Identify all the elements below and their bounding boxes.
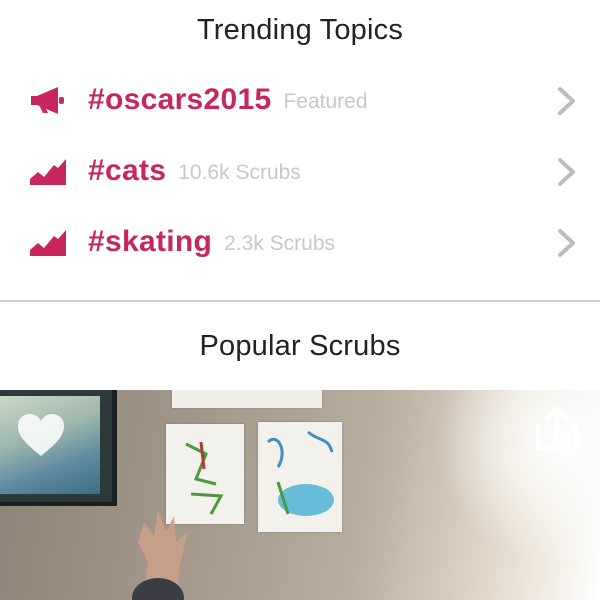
chevron-right-icon <box>556 156 578 188</box>
topic-meta: 2.3k Scrubs <box>224 232 336 255</box>
topic-meta: 10.6k Scrubs <box>178 161 301 184</box>
topic-meta: Featured <box>283 90 368 113</box>
section-divider <box>0 300 600 302</box>
chevron-right-icon <box>556 85 578 117</box>
popular-scrubs-title: Popular Scrubs <box>199 330 401 362</box>
trending-topics-title: Trending Topics <box>196 14 404 46</box>
child-head <box>132 578 184 600</box>
topic-tag: #oscars2015 <box>88 83 272 116</box>
share-icon[interactable] <box>532 404 582 454</box>
trending-chart-icon <box>28 226 68 258</box>
topic-tag: #cats <box>88 154 167 187</box>
trending-chart-icon <box>28 155 68 187</box>
heart-icon[interactable] <box>16 412 66 458</box>
scrub-video-thumbnail[interactable] <box>0 390 600 600</box>
topic-row-oscars2015[interactable]: #oscars2015 Featured <box>0 71 600 129</box>
megaphone-icon <box>28 84 68 116</box>
topic-row-skating[interactable]: #skating 2.3k Scrubs <box>0 213 600 271</box>
wall-paper-strip <box>172 390 322 408</box>
chevron-right-icon <box>556 227 578 259</box>
child-drawing <box>258 422 342 532</box>
topic-row-cats[interactable]: #cats 10.6k Scrubs <box>0 142 600 200</box>
topic-tag: #skating <box>88 225 213 258</box>
